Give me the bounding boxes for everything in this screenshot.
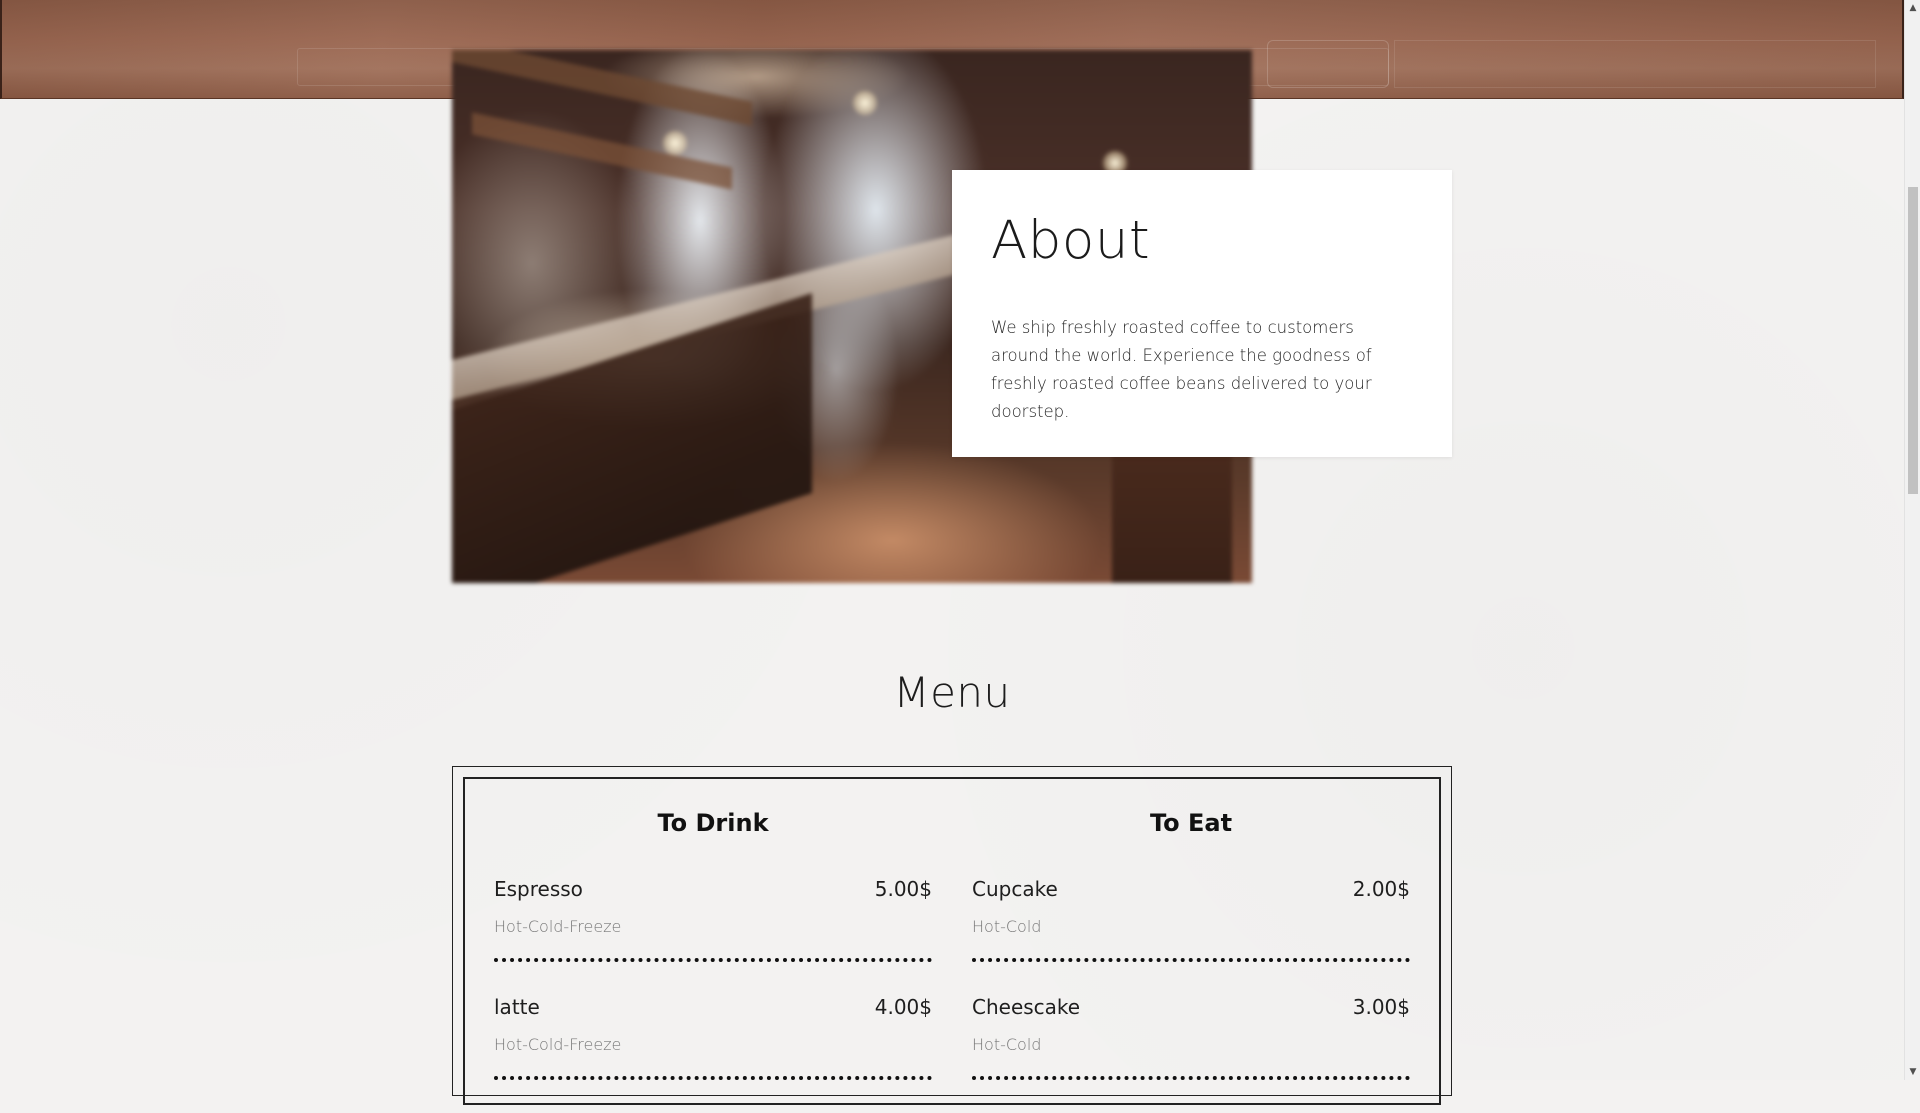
menu-item: Cheescake 3.00$ Hot-Cold: [972, 995, 1410, 1113]
dotted-divider: [494, 1076, 932, 1080]
photo-lamp: [662, 130, 688, 156]
menu-column-drinks: To Drink Espresso 5.00$ Hot-Cold-Freeze …: [494, 809, 932, 1113]
drink-column-title: To Drink: [657, 809, 769, 837]
menu-item-price: 2.00$: [1352, 877, 1410, 901]
scroll-down-arrow-icon[interactable]: ▼: [1905, 1064, 1920, 1080]
menu-heading: Menu: [893, 668, 1011, 717]
photo-lamp: [852, 90, 878, 116]
scroll-up-arrow-icon[interactable]: ▲: [1905, 0, 1920, 16]
menu-item-price: 4.00$: [874, 995, 932, 1019]
menu-item-name: latte: [494, 995, 540, 1019]
menu-item-description: Hot-Cold-Freeze: [494, 917, 622, 936]
menu-item-price: 5.00$: [874, 877, 932, 901]
photo-shelf-beam: [472, 112, 732, 190]
menu-inner-frame: To Drink Espresso 5.00$ Hot-Cold-Freeze …: [463, 777, 1441, 1105]
menu-item-name: Cupcake: [972, 877, 1058, 901]
menu-frame: To Drink Espresso 5.00$ Hot-Cold-Freeze …: [452, 766, 1452, 1105]
about-description: We ship freshly roasted coffee to custom…: [991, 318, 1372, 422]
about-card: About We ship freshly roasted coffee to …: [952, 170, 1452, 457]
menu-item-description: Hot-Cold-Freeze: [494, 1035, 622, 1054]
menu-item-description: Hot-Cold: [972, 1035, 1042, 1054]
menu-column-food: To Eat Cupcake 2.00$ Hot-Cold Cheescake …: [972, 809, 1410, 1113]
hero-cabinet-decoration: [1267, 40, 1389, 88]
dotted-divider: [972, 958, 1410, 962]
menu-item: Espresso 5.00$ Hot-Cold-Freeze: [494, 877, 932, 995]
eat-column-title: To Eat: [1149, 809, 1233, 837]
menu-item: Cupcake 2.00$ Hot-Cold: [972, 877, 1410, 995]
about-title: About: [991, 210, 1151, 271]
dotted-divider: [972, 1076, 1410, 1080]
scrollbar-thumb[interactable]: [1908, 187, 1918, 494]
hero-counter-decoration: [1394, 40, 1876, 88]
dotted-divider: [494, 958, 932, 962]
menu-item-name: Cheescake: [972, 995, 1081, 1019]
menu-item-description: Hot-Cold: [972, 917, 1042, 936]
photo-shelf-beam: [452, 50, 752, 126]
menu-item-name: Espresso: [494, 877, 583, 901]
vertical-scrollbar[interactable]: ▲ ▼: [1904, 0, 1920, 1080]
menu-item-price: 3.00$: [1352, 995, 1410, 1019]
menu-item: latte 4.00$ Hot-Cold-Freeze: [494, 995, 932, 1113]
